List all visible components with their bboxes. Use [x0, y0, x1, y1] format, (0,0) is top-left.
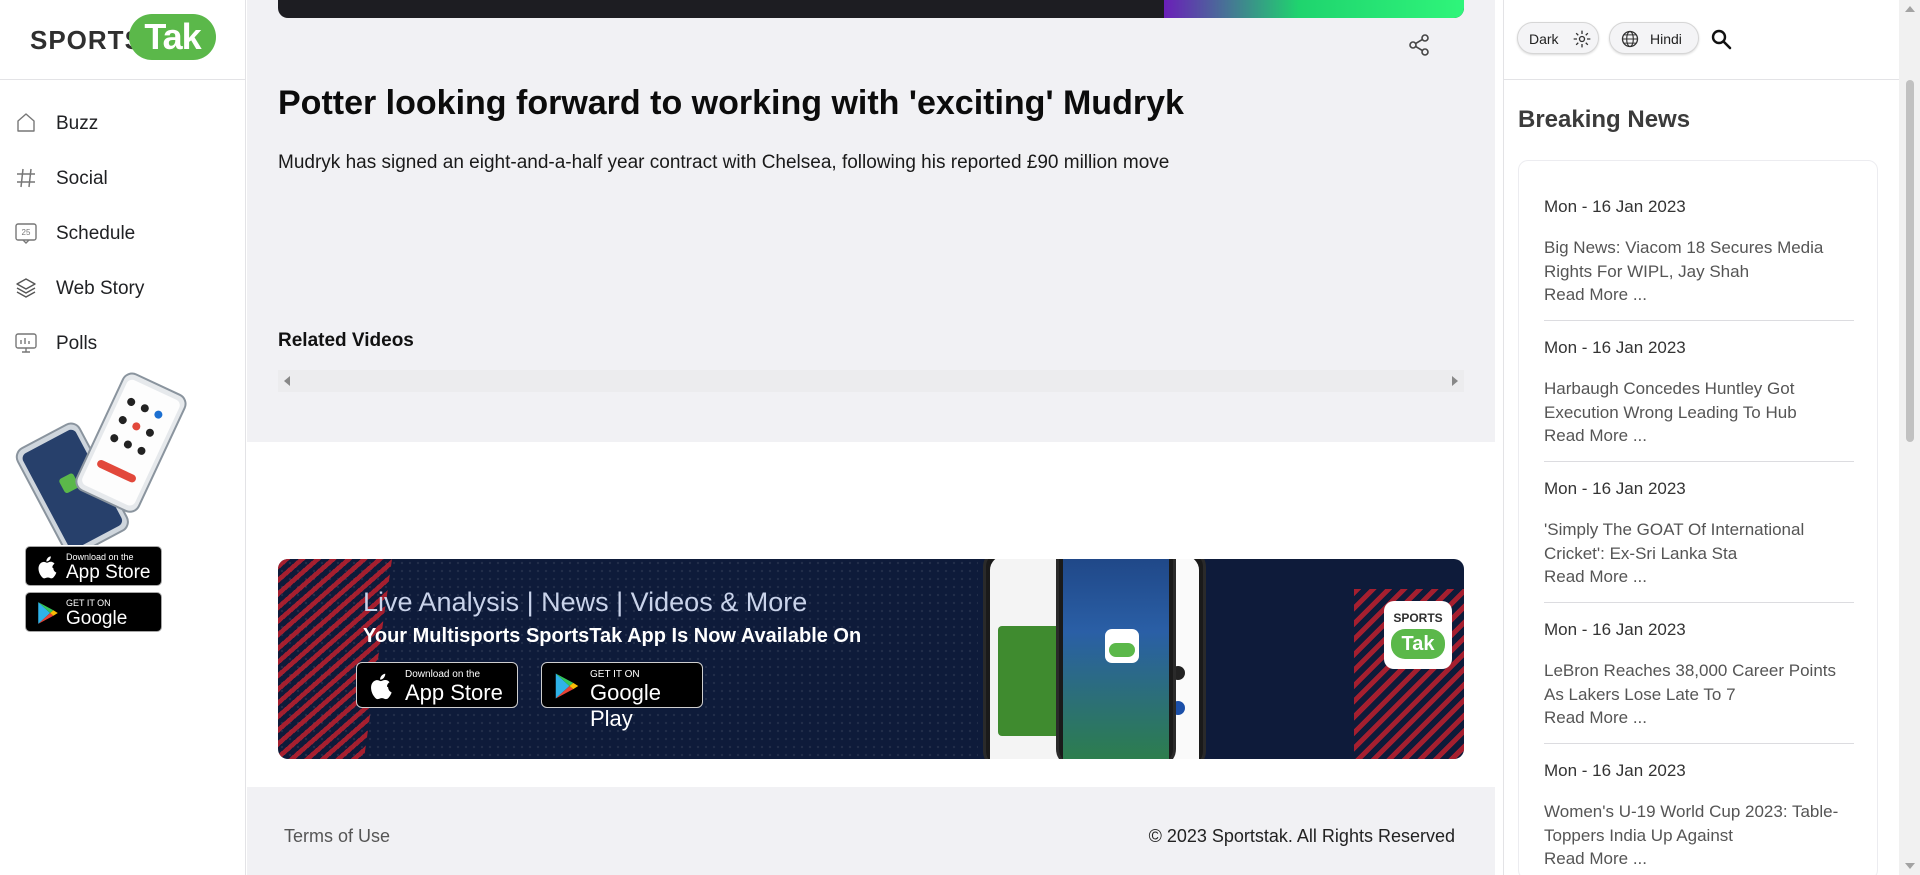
globe-icon	[1621, 30, 1639, 48]
terms-of-use-link[interactable]: Terms of Use	[284, 826, 390, 847]
main-content: Potter looking forward to working with '…	[247, 0, 1495, 875]
sidebar-item-buzz[interactable]: Buzz	[0, 96, 246, 151]
banner-google-play-button[interactable]: GET IT ON Google Play	[541, 662, 703, 731]
logo-sports-text: SPORTS	[30, 25, 143, 55]
google-play-icon	[555, 673, 579, 699]
apple-icon	[371, 673, 392, 700]
sidebar-item-web-story[interactable]: Web Story	[0, 261, 246, 316]
news-headline[interactable]: 'Simply The GOAT Of International Cricke…	[1544, 518, 1854, 566]
right-sidebar: Dark Hindi Breaking News Mon - 16 Jan 20…	[1503, 0, 1900, 875]
google-play-big-text: Google Play	[66, 608, 128, 651]
article-description: Mudryk has signed an eight-and-a-half ye…	[278, 152, 1170, 173]
news-date: Mon - 16 Jan 2023	[1544, 197, 1686, 216]
banner-phone-center-image	[1056, 559, 1176, 759]
hashtag-icon	[17, 168, 35, 188]
sidebar-item-label: Buzz	[56, 113, 99, 134]
app-promo-phones-image	[15, 372, 187, 545]
sidebar-item-schedule[interactable]: 25 Schedule	[0, 206, 246, 261]
list-item[interactable]: Mon - 16 Jan 2023 Harbaugh Concedes Hunt…	[1544, 338, 1854, 462]
copyright-text: © 2023 Sportstak. All Rights Reserved	[1148, 826, 1455, 846]
list-item[interactable]: Mon - 16 Jan 2023 LeBron Reaches 38,000 …	[1544, 620, 1854, 744]
banner-app-store-small-text: Download on the	[405, 669, 481, 680]
app-promo-banner[interactable]: Live Analysis | News | Videos & More You…	[278, 559, 1464, 759]
app-banner-section: Live Analysis | News | Videos & More You…	[247, 442, 1495, 787]
page-scrollbar[interactable]	[1899, 0, 1920, 875]
banner-app-store-button[interactable]: Download on the App Store	[356, 662, 518, 708]
list-item[interactable]: Mon - 16 Jan 2023 Women's U-19 World Cup…	[1544, 761, 1854, 875]
logo-tak-text: Tak	[129, 14, 216, 60]
news-headline[interactable]: LeBron Reaches 38,000 Career Points As L…	[1544, 659, 1854, 707]
sidebar-item-label: Polls	[56, 333, 98, 354]
read-more-link[interactable]: Read More ...	[1544, 849, 1647, 869]
list-item[interactable]: Mon - 16 Jan 2023 'Simply The GOAT Of In…	[1544, 479, 1854, 603]
news-headline[interactable]: Big News: Viacom 18 Secures Media Rights…	[1544, 236, 1854, 284]
layers-icon	[16, 278, 36, 298]
banner-google-play-small-text: GET IT ON	[590, 669, 640, 680]
app-store-big-text: App Store	[66, 562, 151, 583]
banner-headline: Your Multisports SportsTak App Is Now Av…	[363, 625, 862, 647]
banner-google-play-big-text: Google Play	[590, 680, 661, 731]
calendar-badge: 25	[22, 228, 31, 237]
search-icon[interactable]	[1709, 27, 1733, 51]
list-item[interactable]: Mon - 16 Jan 2023 Big News: Viacom 18 Se…	[1544, 197, 1854, 321]
related-videos-heading: Related Videos	[278, 330, 414, 351]
banner-tagline: Live Analysis | News | Videos & More	[363, 587, 808, 617]
read-more-link[interactable]: Read More ...	[1544, 285, 1647, 305]
read-more-link[interactable]: Read More ...	[1544, 567, 1647, 587]
sidebar-item-polls[interactable]: Polls	[0, 316, 246, 371]
news-date: Mon - 16 Jan 2023	[1544, 479, 1686, 498]
left-sidebar: SPORTS Tak Buzz Social 25 Schedule Web S…	[0, 0, 246, 875]
dark-mode-label: Dark	[1529, 31, 1559, 47]
right-divider	[1504, 79, 1900, 80]
sportstak-logo[interactable]: SPORTS Tak	[30, 14, 220, 60]
google-play-icon	[38, 602, 58, 624]
poll-icon	[15, 333, 37, 353]
calendar-icon: 25	[15, 223, 37, 244]
google-play-small-text: GET IT ON	[66, 598, 111, 608]
related-videos-carousel[interactable]	[278, 370, 1464, 392]
home-icon	[17, 113, 35, 132]
read-more-link[interactable]: Read More ...	[1544, 708, 1647, 728]
language-toggle[interactable]: Hindi	[1609, 22, 1699, 54]
news-headline[interactable]: Women's U-19 World Cup 2023: Table-Toppe…	[1544, 800, 1854, 848]
news-date: Mon - 16 Jan 2023	[1544, 761, 1686, 780]
app-store-button[interactable]: Download on the App Store	[25, 546, 162, 586]
dark-mode-toggle[interactable]: Dark	[1517, 22, 1599, 54]
banner-app-store-big-text: App Store	[405, 680, 503, 705]
sidebar-item-label: Schedule	[56, 223, 136, 244]
sidebar-item-label: Web Story	[56, 278, 145, 299]
breaking-news-heading: Breaking News	[1518, 106, 1691, 133]
sun-icon	[1573, 30, 1591, 48]
app-store-small-text: Download on the	[66, 552, 134, 562]
apple-icon	[38, 556, 57, 579]
carousel-prev-icon[interactable]	[284, 376, 290, 386]
share-icon[interactable]	[1407, 33, 1431, 57]
breaking-news-list: Mon - 16 Jan 2023 Big News: Viacom 18 Se…	[1518, 160, 1878, 875]
news-date: Mon - 16 Jan 2023	[1544, 338, 1686, 357]
article-title: Potter looking forward to working with '…	[278, 84, 1184, 122]
banner-sportstak-logo: SPORTS Tak	[1384, 601, 1452, 669]
banner-logo-tak-text: Tak	[1391, 629, 1445, 659]
page-footer: Terms of Use © 2023 Sportstak. All Right…	[247, 787, 1495, 875]
read-more-link[interactable]: Read More ...	[1544, 426, 1647, 446]
scroll-down-icon[interactable]	[1905, 863, 1915, 869]
scroll-up-icon[interactable]	[1905, 6, 1915, 12]
sidebar-divider	[0, 79, 246, 80]
language-label: Hindi	[1650, 31, 1682, 47]
article-hero-image	[278, 0, 1464, 18]
banner-logo-sports-text: SPORTS	[1393, 611, 1443, 625]
sidebar-item-social[interactable]: Social	[0, 151, 246, 206]
sidebar-nav: Buzz Social 25 Schedule Web Story Polls	[0, 96, 246, 371]
google-play-button[interactable]: GET IT ON Google Play	[25, 592, 162, 651]
scrollbar-thumb[interactable]	[1906, 80, 1914, 442]
news-date: Mon - 16 Jan 2023	[1544, 620, 1686, 639]
news-headline[interactable]: Harbaugh Concedes Huntley Got Execution …	[1544, 377, 1854, 425]
carousel-next-icon[interactable]	[1452, 376, 1458, 386]
sidebar-item-label: Social	[56, 168, 108, 189]
